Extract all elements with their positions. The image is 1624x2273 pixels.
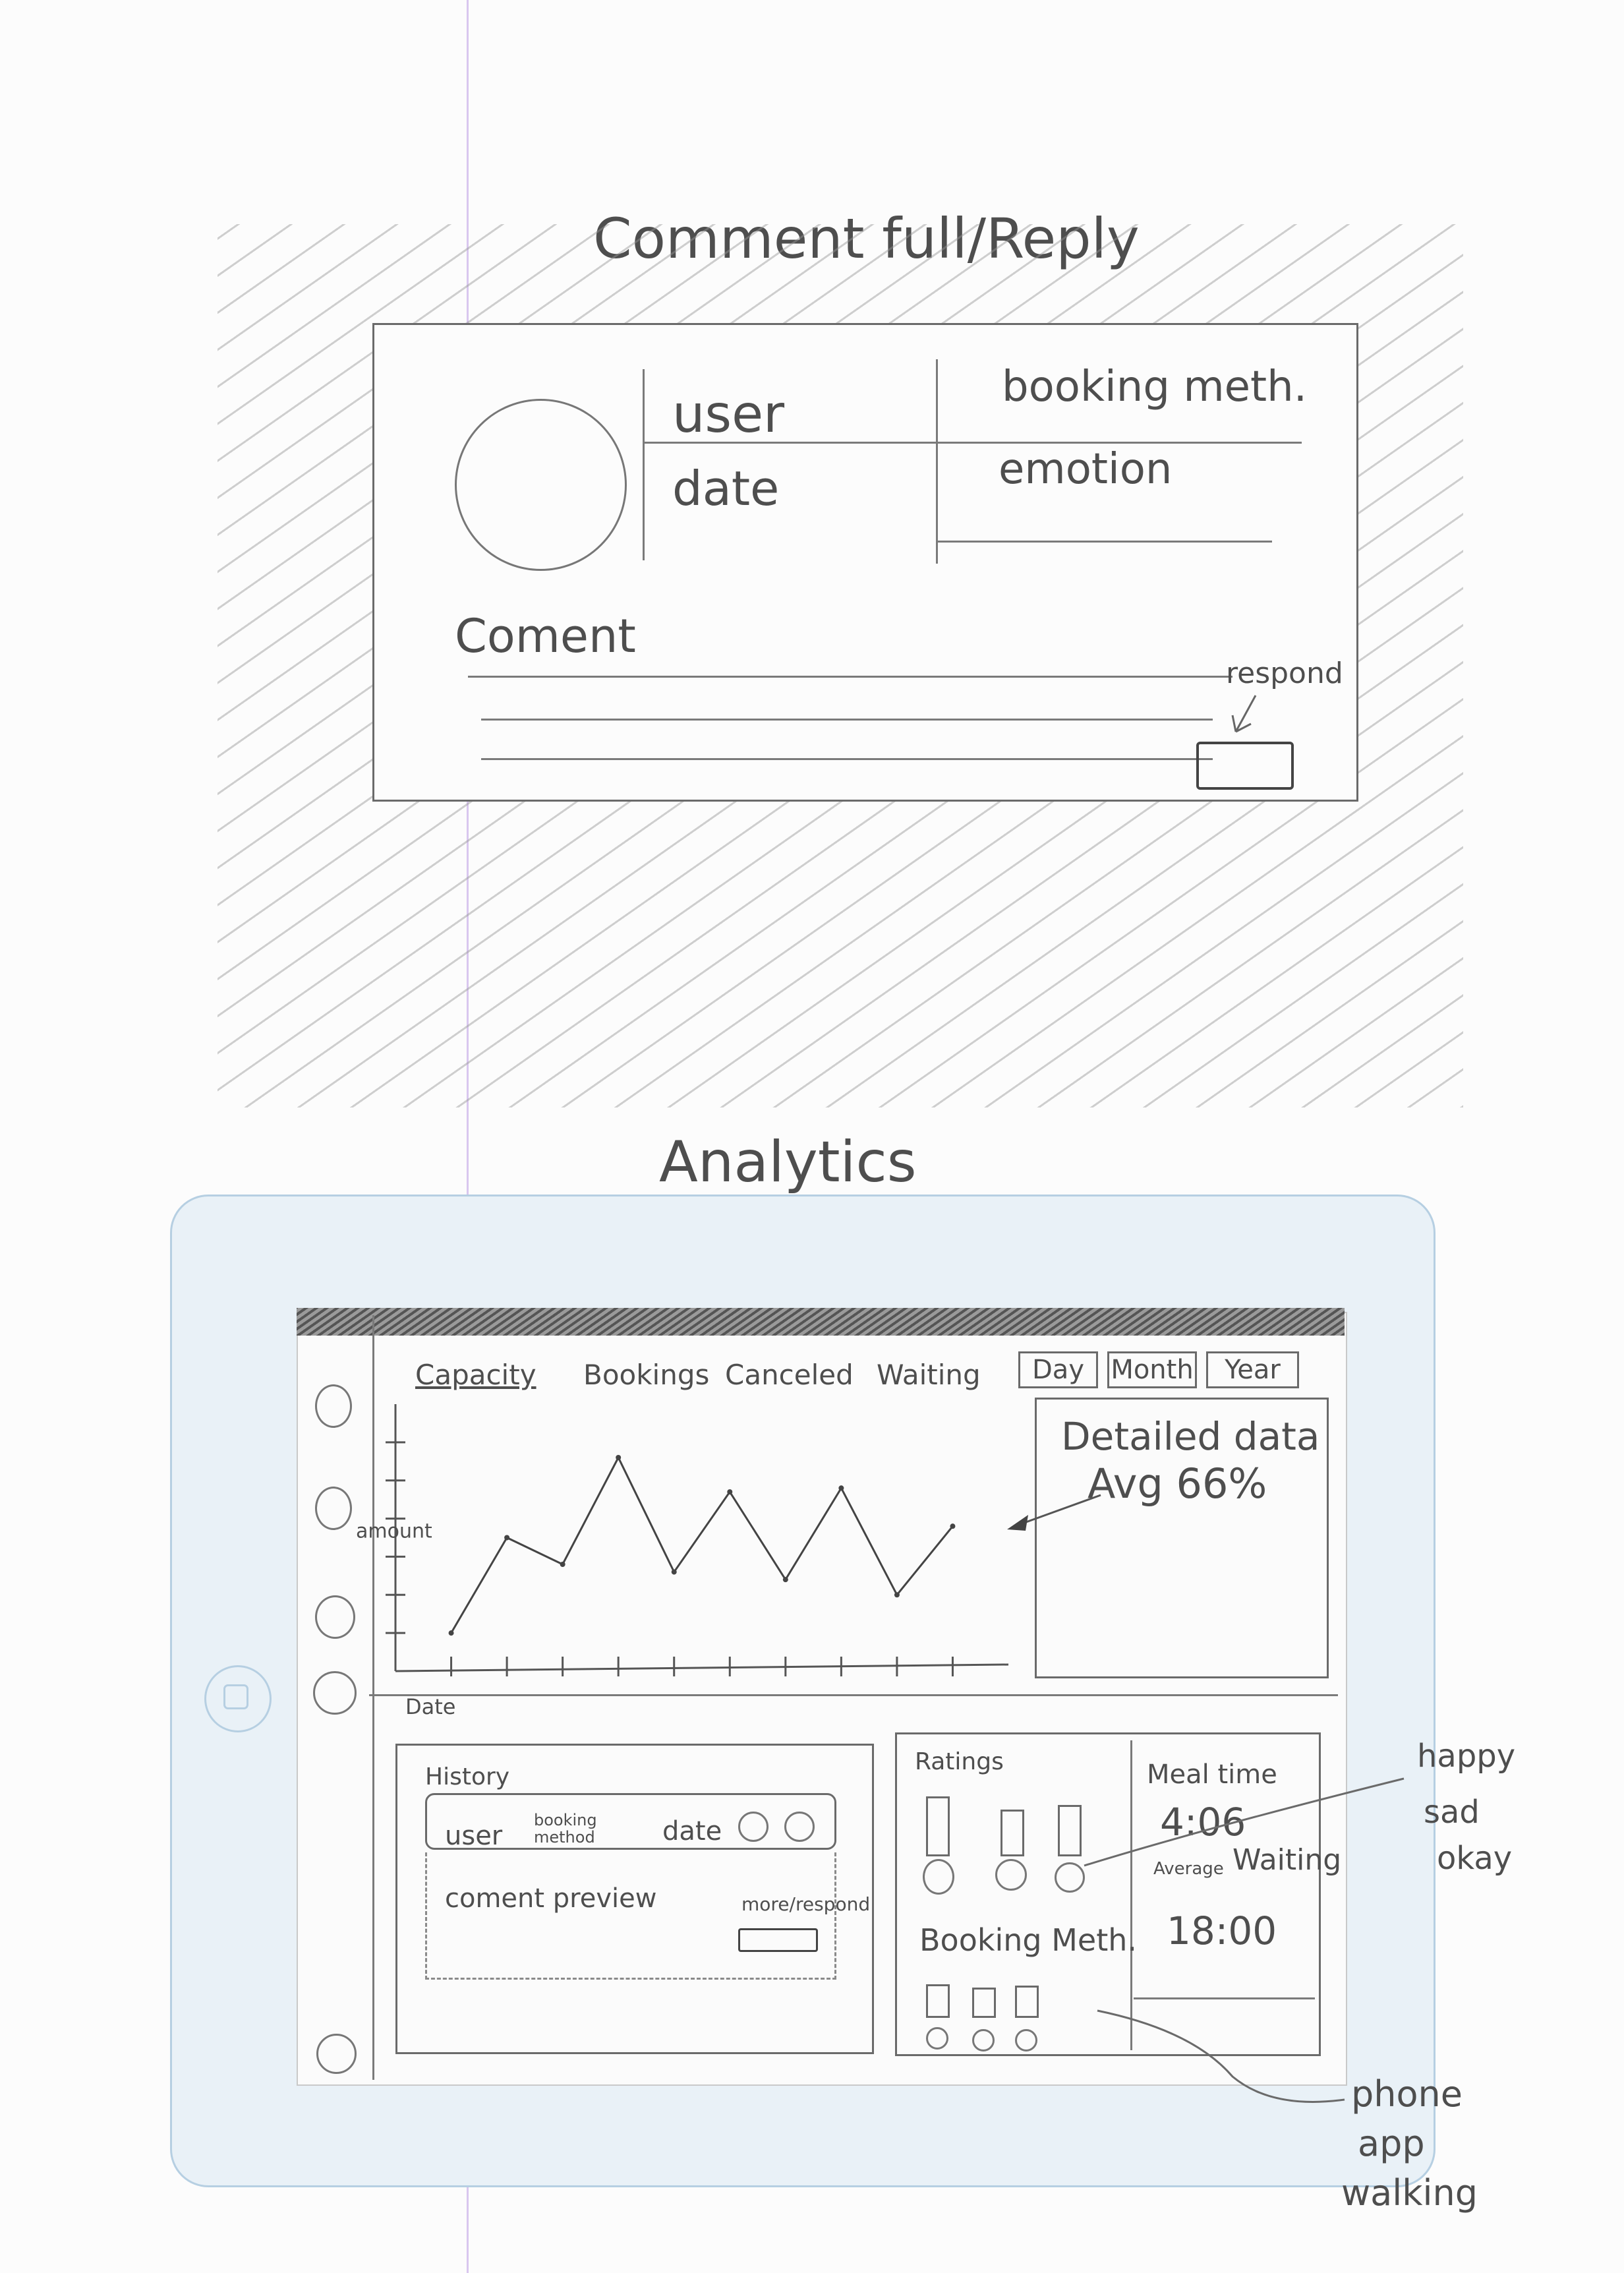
sidebar-item-1[interactable]: [315, 1384, 352, 1428]
x-axis-label: Date: [405, 1694, 455, 1719]
data-point: [671, 1569, 677, 1575]
data-point: [782, 1577, 788, 1583]
comment-label: Coment: [455, 609, 636, 663]
data-point: [616, 1455, 622, 1460]
avatar-divider: [643, 369, 645, 560]
sidebar-item-4[interactable]: [313, 1671, 357, 1715]
sidebar-item-2[interactable]: [315, 1487, 352, 1530]
data-point: [838, 1485, 844, 1491]
happy-icon: [923, 1859, 954, 1895]
data-point: [950, 1523, 956, 1529]
sidebar-item-3[interactable]: [315, 1595, 355, 1639]
rating-bar-okay: [1058, 1805, 1082, 1856]
sad-icon: [995, 1859, 1027, 1891]
card-bottom-line: [936, 541, 1272, 543]
y-axis-label: amount: [356, 1520, 432, 1543]
respond-button[interactable]: [1196, 742, 1294, 790]
history-emotion-icon-1: [738, 1812, 768, 1842]
booking-bar-walking: [1015, 1986, 1039, 2018]
data-point: [727, 1489, 733, 1495]
column-divider: [936, 359, 938, 564]
bottom-section-divider: [369, 1694, 1338, 1696]
comment-line-1: [468, 676, 1232, 678]
data-point: [504, 1535, 510, 1541]
annotation-connectors: [1084, 1777, 1405, 2103]
sidebar-item-5[interactable]: [316, 2034, 357, 2074]
booking-method-field: booking meth.: [1002, 363, 1308, 411]
emotion-field: emotion: [999, 445, 1173, 494]
booking-bar-app: [972, 1988, 996, 2018]
history-title: History: [425, 1763, 510, 1790]
ratings-title: Ratings: [915, 1748, 1004, 1775]
comment-line-3: [481, 758, 1213, 760]
detail-average: Avg 66%: [1088, 1460, 1267, 1508]
detail-pointer-arrow: [1007, 1494, 1101, 1531]
period-year-button[interactable]: Year: [1206, 1351, 1299, 1388]
tab-canceled[interactable]: Canceled: [725, 1361, 854, 1389]
respond-arrow: [1231, 695, 1257, 733]
data-point: [560, 1562, 566, 1567]
comment-line-2: [481, 719, 1213, 721]
tab-capacity[interactable]: Capacity: [415, 1361, 536, 1389]
period-day-button[interactable]: Day: [1018, 1351, 1098, 1388]
history-row-booking: booking method: [534, 1811, 597, 1846]
tab-bookings[interactable]: Bookings: [583, 1361, 709, 1389]
booking-bar-phone: [926, 1984, 950, 2018]
series-line: [450, 1455, 954, 1634]
history-row-date: date: [662, 1816, 722, 1846]
app-icon: [972, 2029, 995, 2052]
date-field: date: [672, 461, 780, 516]
tab-waiting[interactable]: Waiting: [877, 1361, 981, 1389]
avatar-circle: [455, 399, 627, 571]
detail-title: Detailed data: [1061, 1414, 1320, 1459]
history-item-outline: [425, 1852, 836, 1980]
period-month-button[interactable]: Month: [1107, 1351, 1197, 1388]
history-emotion-icon-2: [784, 1812, 815, 1842]
data-point: [448, 1630, 454, 1636]
capacity-chart: amount Date: [356, 1404, 1009, 1719]
x-axis: [395, 1663, 1009, 1672]
phone-icon: [926, 2027, 948, 2050]
data-point: [894, 1592, 900, 1598]
history-row-user: user: [445, 1821, 503, 1851]
respond-note: respond: [1226, 657, 1343, 690]
walking-icon: [1015, 2029, 1037, 2052]
home-button-icon: [223, 1684, 248, 1709]
user-field: user: [672, 385, 785, 444]
rating-bar-sad: [1000, 1810, 1024, 1856]
annotation-app: app: [1358, 2123, 1425, 2164]
status-bar: [297, 1308, 1345, 1336]
sketch-title-analytics: Analytics: [659, 1129, 917, 1195]
rating-bar-happy: [926, 1796, 950, 1856]
annotation-walking: walking: [1341, 2172, 1478, 2214]
